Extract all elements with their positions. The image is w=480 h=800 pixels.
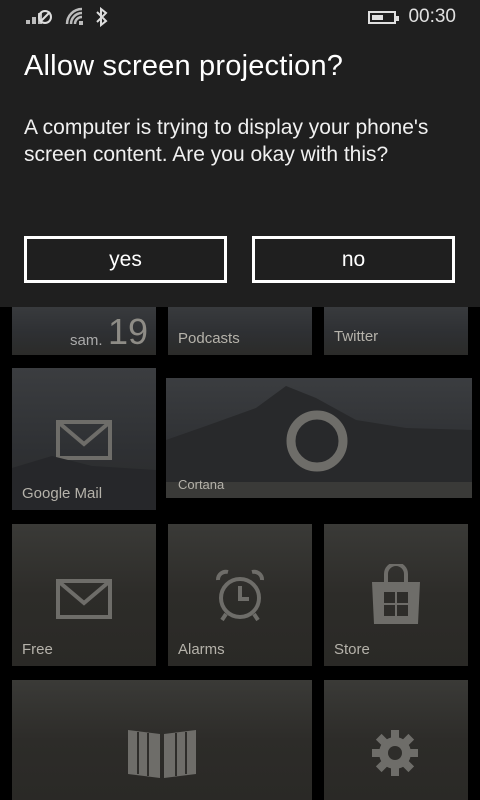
dialog-title: Allow screen projection? (24, 50, 344, 82)
google-mail-label: Google Mail (22, 485, 103, 502)
cortana-tile[interactable]: Cortana (166, 378, 472, 498)
reading-tile[interactable] (12, 680, 312, 800)
alarm-clock-icon (216, 569, 264, 622)
cortana-icon (286, 410, 348, 472)
battery-icon (368, 11, 399, 24)
calendar-tile[interactable]: sam. 19 (12, 300, 156, 355)
dialog-message: A computer is trying to display your pho… (24, 116, 429, 166)
store-label: Store (334, 641, 370, 658)
wifi-icon (65, 7, 83, 25)
cortana-label: Cortana (178, 477, 225, 492)
gear-icon (372, 730, 418, 776)
calendar-date: 19 (108, 311, 149, 352)
store-icon (372, 564, 420, 624)
signal-off-icon (26, 10, 52, 24)
twitter-label: Twitter (334, 328, 379, 345)
battery-level (372, 15, 383, 20)
google-mail-tile[interactable]: Google Mail (12, 368, 156, 510)
status-bar: 00:30 (0, 0, 480, 34)
twitter-tile[interactable]: Twitter (324, 300, 468, 355)
mail-icon (56, 579, 112, 619)
clock: 00:30 (408, 6, 456, 27)
podcasts-label: Podcasts (178, 330, 240, 347)
screen-projection-dialog: Allow screen projection? A computer is t… (0, 34, 480, 307)
store-tile[interactable]: Store (324, 524, 468, 666)
no-button[interactable]: no (252, 236, 455, 283)
bluetooth-icon (96, 6, 108, 28)
free-mail-tile[interactable]: Free (12, 524, 156, 666)
podcasts-tile[interactable]: Podcasts (168, 300, 312, 355)
book-icon (128, 730, 196, 778)
settings-tile[interactable] (324, 680, 468, 800)
alarms-tile[interactable]: Alarms (168, 524, 312, 666)
free-label: Free (22, 641, 53, 658)
yes-button[interactable]: yes (24, 236, 227, 283)
calendar-day: sam. (70, 332, 103, 349)
alarms-label: Alarms (178, 641, 225, 658)
